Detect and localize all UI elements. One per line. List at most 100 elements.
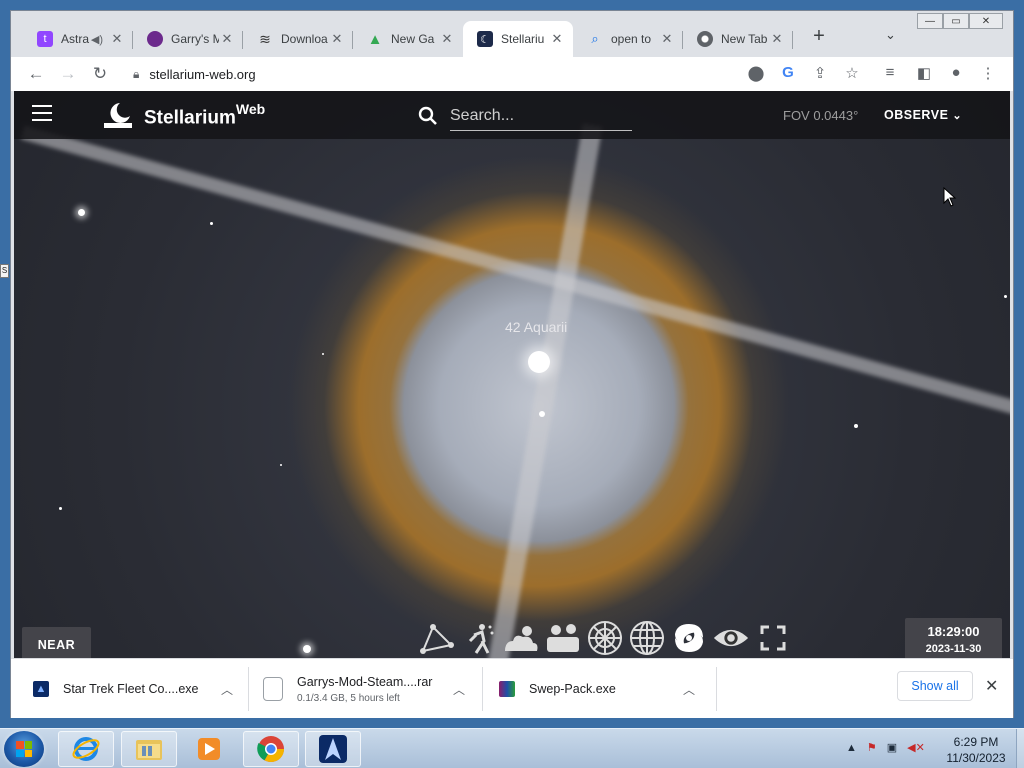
fullscreen-icon[interactable]: [754, 619, 792, 657]
night-mode-icon[interactable]: [712, 619, 750, 657]
equatorial-grid-icon[interactable]: [628, 619, 666, 657]
search-icon[interactable]: [418, 106, 438, 126]
show-all-downloads-button[interactable]: Show all: [897, 671, 973, 701]
tab-garrys-mod[interactable]: Garry's M ✕: [133, 21, 243, 57]
close-icon[interactable]: ✕: [549, 31, 565, 47]
taskbar-star-trek-fleet[interactable]: [305, 731, 361, 767]
tab-new-tab[interactable]: New Tab ✕: [683, 21, 793, 57]
maximize-button[interactable]: ▭: [943, 13, 969, 29]
garrys-mod-icon: [147, 31, 163, 47]
lock-icon[interactable]: 🔒︎: [133, 67, 139, 82]
close-window-button[interactable]: ✕: [969, 13, 1003, 29]
browser-toolbar: ← → ↻ 🔒︎ stellarium-web.org ⬤ G ⇪ ☆ ≡ ◧ …: [11, 57, 1013, 91]
tab-twitch[interactable]: t Astra ◀) ✕: [23, 21, 133, 57]
more-menu-icon[interactable]: ⋮: [977, 64, 999, 82]
brand-title: StellariumWeb: [144, 101, 266, 129]
deep-sky-objects-icon[interactable]: [670, 619, 708, 657]
chevron-up-icon[interactable]: ︿: [683, 681, 695, 698]
tab-new-game[interactable]: ▲ New Ga ✕: [353, 21, 463, 57]
star[interactable]: [1004, 295, 1007, 298]
hamburger-menu-icon[interactable]: [32, 105, 52, 126]
star[interactable]: [539, 411, 545, 417]
show-hidden-icons-icon[interactable]: ▲: [846, 742, 857, 754]
close-downloads-bar-icon[interactable]: ✕: [985, 676, 998, 696]
file-icon: [263, 677, 283, 701]
stellarium-logo-icon: [104, 103, 132, 128]
search-input[interactable]: [450, 101, 632, 131]
azimuthal-grid-icon[interactable]: [586, 619, 624, 657]
bookmark-star-icon[interactable]: ☆: [841, 64, 863, 82]
start-button[interactable]: [4, 731, 44, 767]
star[interactable]: [854, 424, 858, 428]
star[interactable]: [303, 645, 311, 653]
download-item[interactable]: Swep-Pack.exe ︿: [483, 659, 717, 719]
taskbar-file-explorer[interactable]: [121, 731, 177, 767]
chevron-down-icon: ⌄: [952, 110, 963, 122]
close-icon[interactable]: ✕: [219, 31, 235, 47]
browser-window: t Astra ◀) ✕ Garry's M ✕ ≋ Downloa ✕ ▲ N…: [10, 10, 1014, 718]
taskbar-clock[interactable]: 6:29 PM 11/30/2023: [940, 734, 1012, 766]
forward-button[interactable]: →: [57, 63, 79, 85]
tab-stellarium[interactable]: ☾ Stellariu ✕: [463, 21, 573, 57]
download-item[interactable]: Garrys-Mod-Steam....rar 0.1/3.4 GB, 5 ho…: [249, 659, 483, 719]
share-icon[interactable]: ⇪: [809, 64, 831, 82]
star[interactable]: [280, 464, 282, 466]
star[interactable]: [210, 222, 213, 225]
star[interactable]: [78, 209, 85, 216]
chevron-up-icon[interactable]: ︿: [453, 681, 465, 698]
google-icon[interactable]: G: [777, 64, 799, 81]
constellation-lines-icon[interactable]: [418, 619, 456, 657]
network-icon[interactable]: ▣: [887, 741, 897, 754]
speaker-icon[interactable]: ◀): [91, 33, 103, 46]
constellation-art-icon[interactable]: [460, 619, 498, 657]
location-icon[interactable]: ⬤: [745, 64, 767, 82]
side-panel-icon[interactable]: ◧: [913, 64, 935, 82]
windows-taskbar: ▲ ⚑ ▣ ◀✕ 6:29 PM 11/30/2023: [0, 728, 1024, 768]
download-item[interactable]: ▲ Star Trek Fleet Co....exe ︿: [11, 659, 249, 719]
action-center-icon[interactable]: ⚑: [867, 741, 877, 754]
stellarium-icon: ☾: [477, 31, 493, 47]
reload-button[interactable]: ↻: [89, 63, 111, 85]
stellarium-sky-view[interactable]: 42 Aquarii StellariumWeb FOV 0.0443° OBS…: [14, 91, 1010, 658]
new-tab-button[interactable]: +: [807, 25, 831, 48]
close-icon[interactable]: ✕: [769, 31, 785, 47]
address-bar[interactable]: 🔒︎ stellarium-web.org: [123, 60, 1003, 88]
window-controls: — ▭ ✕: [917, 13, 1003, 29]
taskbar-internet-explorer[interactable]: [58, 731, 114, 767]
tab-search-chevron-icon[interactable]: ⌄: [885, 27, 896, 43]
near-button[interactable]: NEAR: [22, 627, 91, 658]
database-icon: ≋: [259, 30, 271, 47]
resize-handle-icon[interactable]: S: [0, 264, 9, 278]
profile-avatar-icon[interactable]: ●: [945, 64, 967, 81]
tab-strip: t Astra ◀) ✕ Garry's M ✕ ≋ Downloa ✕ ▲ N…: [11, 11, 1013, 57]
date-time-button[interactable]: 18:29:00 2023-11-30: [905, 618, 1002, 658]
chrome-icon: [257, 736, 285, 763]
taskbar-media-player[interactable]: [181, 731, 237, 767]
twitch-icon: t: [37, 31, 53, 47]
chevron-up-icon[interactable]: ︿: [221, 681, 233, 698]
star[interactable]: [59, 507, 62, 510]
taskbar-chrome[interactable]: [243, 731, 299, 767]
atmosphere-icon[interactable]: [502, 619, 540, 657]
windows-logo-icon: [16, 741, 32, 757]
system-tray: ▲ ⚑ ▣ ◀✕: [846, 741, 925, 755]
internet-explorer-icon: [72, 737, 100, 761]
tab-search[interactable]: ⌕ open to ✕: [573, 21, 683, 57]
star-label[interactable]: 42 Aquarii: [505, 319, 567, 335]
minimize-button[interactable]: —: [917, 13, 943, 29]
reading-list-icon[interactable]: ≡: [879, 64, 901, 81]
close-icon[interactable]: ✕: [329, 31, 345, 47]
stellarium-top-bar: StellariumWeb FOV 0.0443° OBSERVE⌄: [14, 91, 1010, 139]
back-button[interactable]: ←: [25, 63, 47, 85]
show-desktop-button[interactable]: [1016, 729, 1024, 768]
landscape-icon[interactable]: [544, 619, 582, 657]
close-icon[interactable]: ✕: [439, 31, 455, 47]
selected-star-42-aquarii[interactable]: [528, 351, 550, 373]
volume-muted-icon[interactable]: ◀✕: [907, 741, 925, 754]
close-icon[interactable]: ✕: [659, 31, 675, 47]
chrome-icon: [697, 31, 713, 47]
tab-downloads[interactable]: ≋ Downloa ✕: [243, 21, 353, 57]
observe-button[interactable]: OBSERVE ⌄: [884, 108, 962, 122]
star[interactable]: [322, 353, 324, 355]
close-icon[interactable]: ✕: [109, 31, 125, 47]
